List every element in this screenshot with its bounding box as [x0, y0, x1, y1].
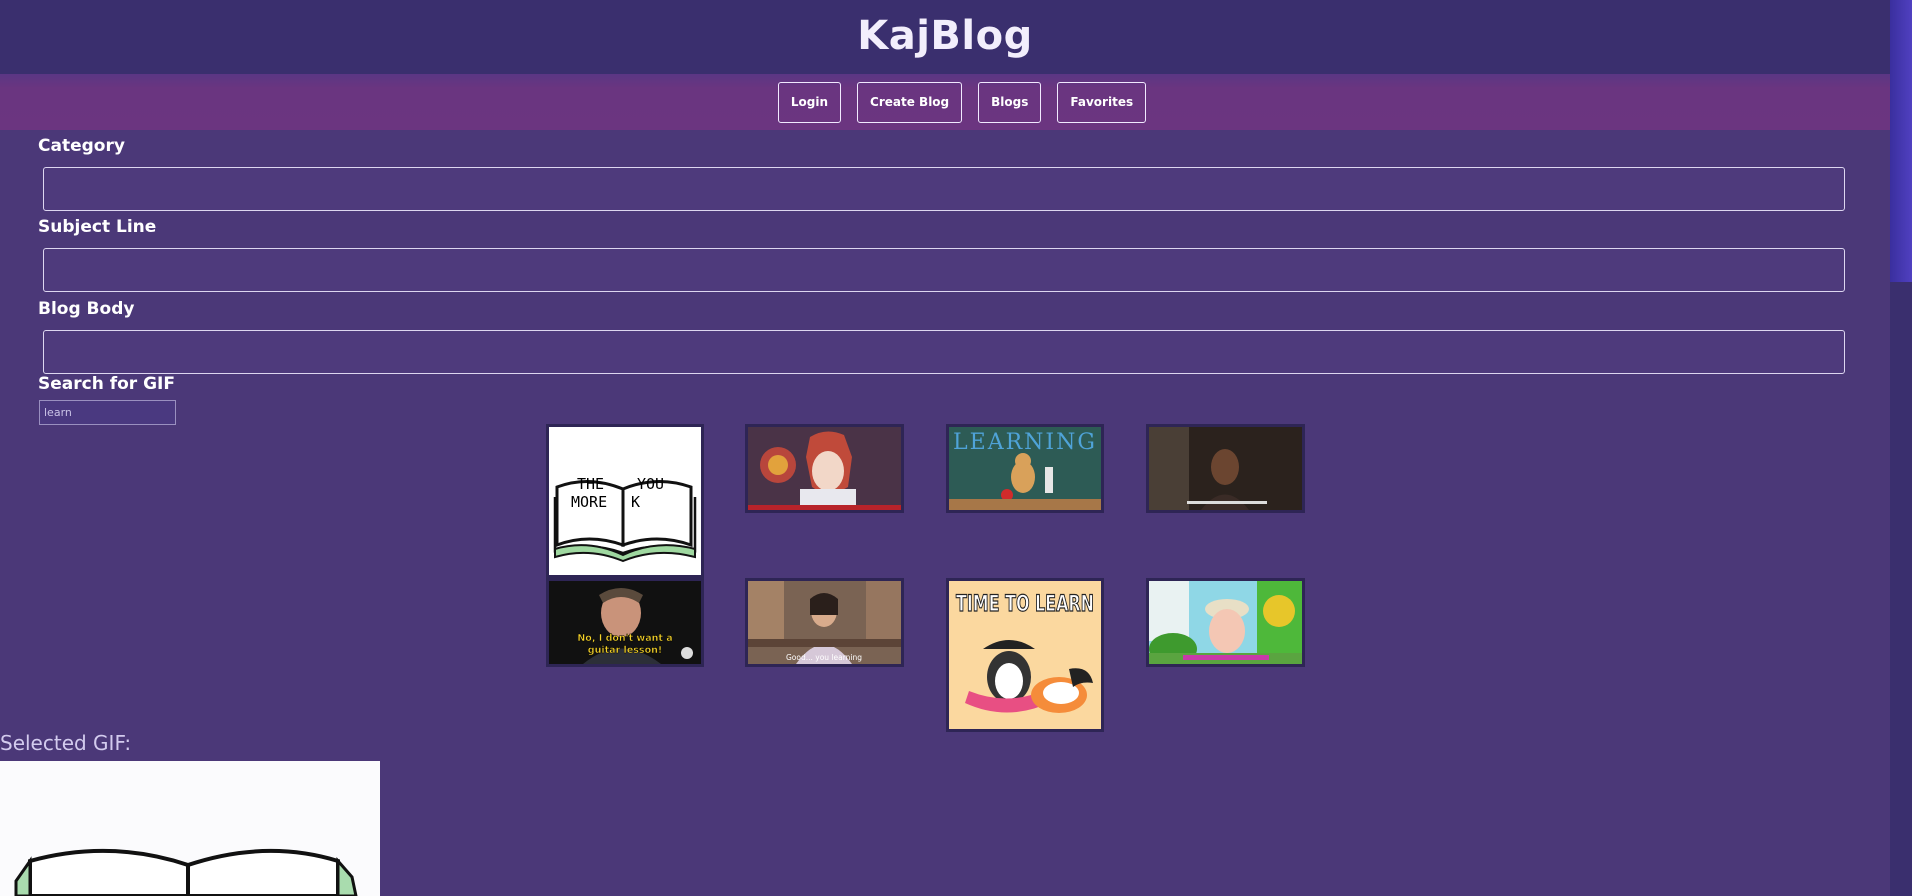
gif-result-4[interactable] [1146, 424, 1305, 513]
gif-result-8[interactable] [1146, 578, 1305, 667]
cartoon-baby-image [1149, 581, 1302, 664]
kitchen-scene-image: Good... you learning [748, 581, 901, 664]
book-text-the: THE [577, 475, 604, 493]
blog-body-input[interactable] [43, 330, 1845, 374]
gif-result-3[interactable]: LEARNING [946, 424, 1104, 513]
favorites-button[interactable]: Favorites [1057, 81, 1147, 123]
gif-result-5[interactable]: No, I don't want a guitar lesson! [546, 578, 704, 667]
guitar-caption-line-1: No, I don't want a [577, 633, 672, 644]
kitchen-caption: Good... you learning [786, 653, 862, 662]
selected-gif-label: Selected GIF: [0, 731, 132, 755]
category-label: Category [38, 136, 125, 156]
login-button[interactable]: Login [777, 81, 842, 123]
category-input[interactable] [43, 167, 1845, 211]
gif-result-1[interactable]: THE YOU MORE K [546, 424, 704, 578]
main-nav: Login Create Blog Blogs Favorites [0, 74, 1890, 130]
site-title: KajBlog [857, 13, 1033, 59]
gif-result-7[interactable]: TIME TO LEARN [946, 578, 1104, 732]
subject-line-input[interactable] [43, 248, 1845, 292]
create-blog-button[interactable]: Create Blog [857, 81, 963, 123]
gif-result-2[interactable] [745, 424, 904, 513]
scrollbar-thumb[interactable] [1890, 0, 1912, 282]
page-scrollbar[interactable] [1890, 0, 1912, 896]
time-to-learn-caption: TIME TO LEARN [956, 592, 1094, 617]
gif-result-6[interactable]: Good... you learning [745, 578, 904, 667]
anime-character-image [748, 427, 901, 510]
learning-caption: LEARNING [953, 430, 1097, 455]
blogs-button[interactable]: Blogs [978, 81, 1042, 123]
time-to-learn-penguin-image: TIME TO LEARN [949, 581, 1101, 729]
selected-gif-preview [0, 761, 380, 896]
guitar-caption-line-2: guitar lesson! [588, 645, 662, 656]
selected-book-illustration [0, 761, 380, 896]
tv-scene-image [1149, 427, 1302, 510]
blog-body-label: Blog Body [38, 299, 135, 319]
gif-search-label: Search for GIF [38, 374, 175, 394]
site-header: KajBlog [0, 0, 1890, 74]
open-book-illustration: THE YOU MORE K [553, 475, 697, 563]
book-text-you: YOU [637, 475, 664, 493]
guitar-lesson-image: No, I don't want a guitar lesson! [549, 581, 701, 664]
learning-dog-image: LEARNING [949, 427, 1101, 510]
gif-search-input[interactable] [39, 400, 176, 425]
book-text-k: K [631, 493, 640, 511]
book-text-more: MORE [571, 493, 607, 511]
subject-line-label: Subject Line [38, 217, 157, 237]
